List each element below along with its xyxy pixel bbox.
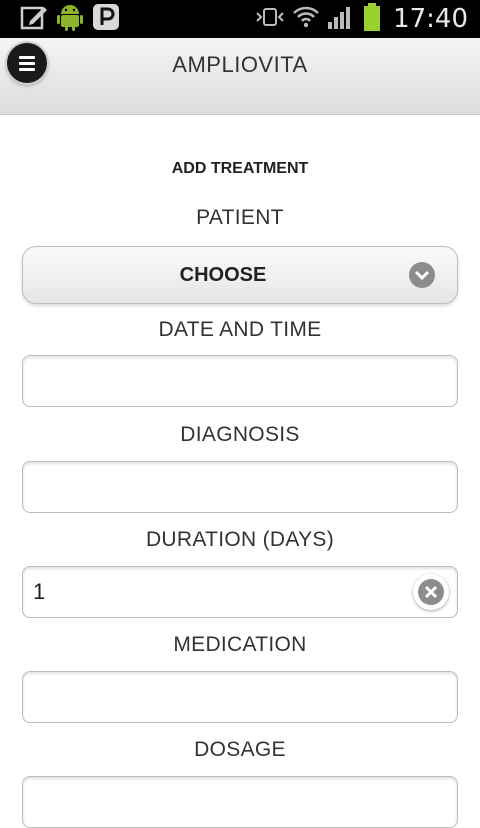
clear-duration-button[interactable] [413,574,449,610]
datetime-label: DATE AND TIME [158,318,322,341]
dosage-field[interactable] [22,776,458,828]
app-title: AMPLIOVITA [172,52,308,77]
status-bar-indicators: 17:40 [255,2,468,37]
datetime-field[interactable] [22,355,458,407]
app-header: AMPLIOVITA [0,38,480,115]
battery-icon [363,2,381,37]
medication-label: MEDICATION [173,633,307,656]
patient-select-value: CHOOSE [179,264,267,286]
medication-field[interactable] [22,671,458,723]
dosage-label: DOSAGE [194,738,286,761]
status-bar: 17:40 [0,0,480,38]
chevron-down-icon [409,262,435,288]
wifi-icon [293,5,319,34]
close-icon [418,579,444,605]
signal-icon [327,4,355,35]
pinterest-icon [92,3,120,36]
page-title: ADD TREATMENT [171,160,309,177]
vibrate-icon [255,6,285,33]
patient-label: PATIENT [196,206,284,229]
diagnosis-field[interactable] [22,461,458,513]
edit-icon [20,4,48,35]
android-icon [56,2,84,37]
status-time: 17:40 [393,4,468,34]
status-bar-notifications [20,2,120,37]
diagnosis-label: DIAGNOSIS [180,423,300,446]
patient-select[interactable]: CHOOSE [22,246,458,304]
duration-value: 1 [33,579,46,604]
duration-field[interactable]: 1 [22,566,458,618]
duration-label: DURATION (DAYS) [145,528,335,551]
